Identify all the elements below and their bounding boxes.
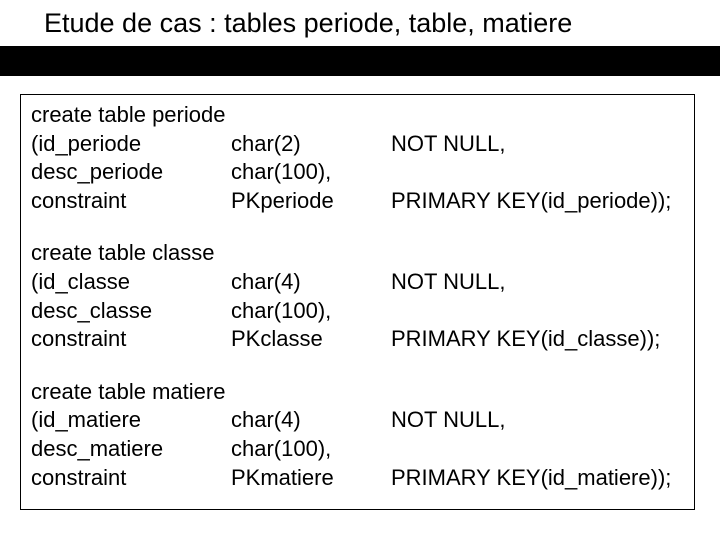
title-area: Etude de cas : tables periode, table, ma… <box>0 0 720 80</box>
col-type: char(100), <box>231 435 391 464</box>
slide-title: Etude de cas : tables periode, table, ma… <box>44 8 572 39</box>
col-name: constraint <box>31 187 231 216</box>
code-line: constraint PKmatiere PRIMARY KEY(id_mati… <box>31 464 684 493</box>
col-type: char(4) <box>231 268 391 297</box>
code-line: (id_periode char(2) NOT NULL, <box>31 130 684 159</box>
col-name: constraint <box>31 325 231 354</box>
code-line: (id_classe char(4) NOT NULL, <box>31 268 684 297</box>
col-constraint: PRIMARY KEY(id_periode)); <box>391 187 684 216</box>
col-name: (id_classe <box>31 268 231 297</box>
code-block-classe: create table classe (id_classe char(4) N… <box>31 239 684 353</box>
col-type: PKclasse <box>231 325 391 354</box>
col-name: (id_matiere <box>31 406 231 435</box>
col-constraint: NOT NULL, <box>391 130 684 159</box>
col-constraint: PRIMARY KEY(id_classe)); <box>391 325 684 354</box>
col-type: char(100), <box>231 297 391 326</box>
col-constraint: NOT NULL, <box>391 406 684 435</box>
code-line: (id_matiere char(4) NOT NULL, <box>31 406 684 435</box>
code-line-header: create table periode <box>31 101 231 130</box>
code-block-matiere: create table matiere (id_matiere char(4)… <box>31 378 684 492</box>
code-line-header: create table classe <box>31 239 231 268</box>
col-name: constraint <box>31 464 231 493</box>
col-constraint <box>391 158 684 187</box>
code-line: create table periode <box>31 101 684 130</box>
code-line: constraint PKclasse PRIMARY KEY(id_class… <box>31 325 684 354</box>
code-line: constraint PKperiode PRIMARY KEY(id_peri… <box>31 187 684 216</box>
col-type: PKperiode <box>231 187 391 216</box>
col-name: desc_matiere <box>31 435 231 464</box>
title-underline-bar <box>0 46 720 76</box>
col-name: desc_classe <box>31 297 231 326</box>
slide: Etude de cas : tables periode, table, ma… <box>0 0 720 540</box>
col-type: PKmatiere <box>231 464 391 493</box>
col-constraint <box>391 435 684 464</box>
col-name: (id_periode <box>31 130 231 159</box>
col-constraint <box>391 297 684 326</box>
col-type: char(100), <box>231 158 391 187</box>
code-line-header: create table matiere <box>31 378 231 407</box>
code-line: desc_matiere char(100), <box>31 435 684 464</box>
code-line: create table matiere <box>31 378 684 407</box>
code-line: desc_classe char(100), <box>31 297 684 326</box>
col-constraint: PRIMARY KEY(id_matiere)); <box>391 464 684 493</box>
code-line: desc_periode char(100), <box>31 158 684 187</box>
code-box: create table periode (id_periode char(2)… <box>20 94 695 510</box>
col-name: desc_periode <box>31 158 231 187</box>
code-line: create table classe <box>31 239 684 268</box>
col-type: char(4) <box>231 406 391 435</box>
code-block-periode: create table periode (id_periode char(2)… <box>31 101 684 215</box>
col-constraint: NOT NULL, <box>391 268 684 297</box>
col-type: char(2) <box>231 130 391 159</box>
